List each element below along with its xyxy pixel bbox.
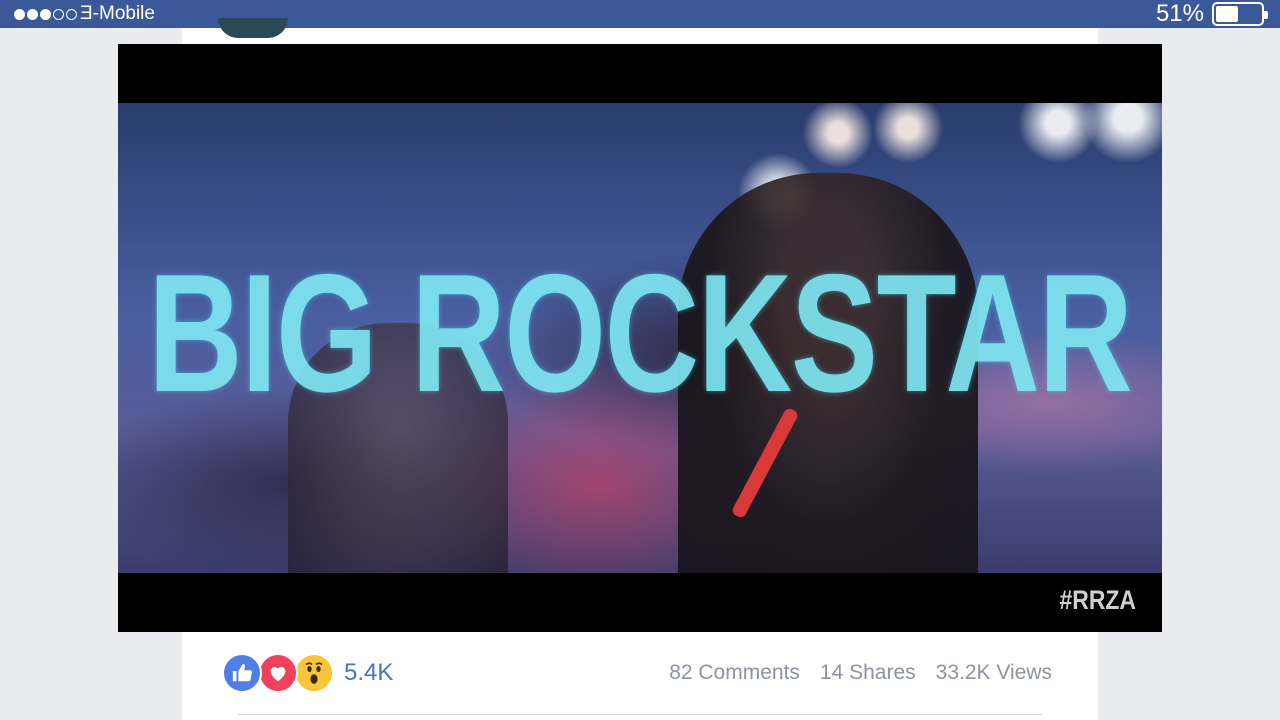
comments-count[interactable]: 82 Comments xyxy=(669,661,800,685)
status-bar: Ǝ-Mobile 51% xyxy=(0,0,1280,28)
carrier-name: Ǝ-Mobile xyxy=(80,3,155,24)
battery-icon xyxy=(1212,2,1268,26)
battery-level xyxy=(1216,6,1239,22)
video-hashtag: #RRZA xyxy=(1059,585,1136,615)
battery-tip xyxy=(1264,11,1268,19)
battery-status: 51% xyxy=(1155,0,1268,28)
reaction-count[interactable]: 5.4K xyxy=(344,659,393,687)
shares-count[interactable]: 14 Shares xyxy=(820,661,916,685)
post-footer: 5.4K 82 Comments 14 Shares 33.2K Views xyxy=(222,652,1052,694)
signal-dot xyxy=(27,8,38,20)
post-stats: 82 Comments 14 Shares 33.2K Views xyxy=(669,661,1052,685)
signal-dot xyxy=(66,8,77,20)
signal-dot xyxy=(53,8,64,20)
like-icon xyxy=(222,653,262,693)
views-count: 33.2K Views xyxy=(935,661,1052,684)
wow-icon xyxy=(294,653,334,693)
love-icon xyxy=(258,653,298,693)
video-frame: BIG ROCKSTAR xyxy=(118,103,1162,573)
signal-dot xyxy=(14,8,25,20)
video-headline: BIG ROCKSTAR xyxy=(148,239,1133,427)
reactions-summary[interactable]: 5.4K xyxy=(222,653,393,693)
carrier-info: Ǝ-Mobile xyxy=(14,3,155,25)
signal-dot xyxy=(40,8,51,20)
video-player[interactable]: BIG ROCKSTAR #RRZA xyxy=(118,44,1162,632)
author-avatar[interactable] xyxy=(218,18,288,38)
signal-strength-icon xyxy=(14,8,77,20)
battery-percent: 51% xyxy=(1155,0,1204,27)
footer-divider xyxy=(238,714,1042,715)
